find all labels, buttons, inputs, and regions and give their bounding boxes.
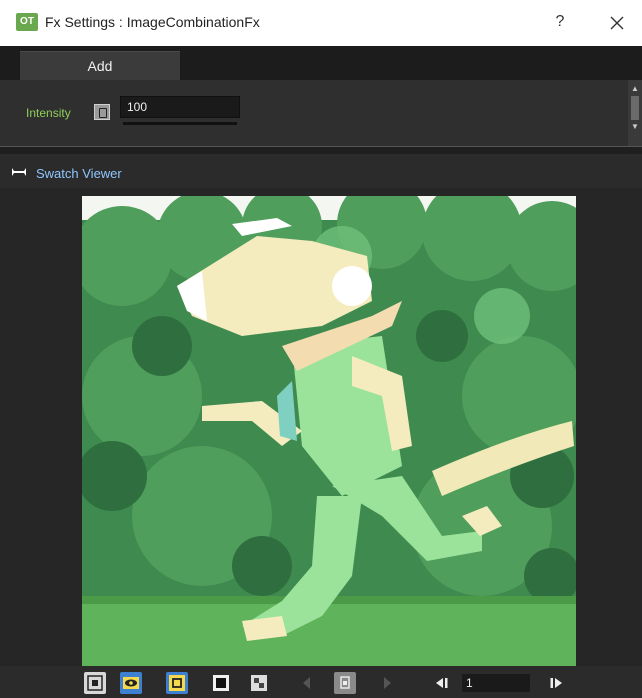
help-button[interactable]: ? xyxy=(548,10,572,34)
intensity-slider[interactable] xyxy=(123,122,237,125)
preview-toggle-icon[interactable] xyxy=(120,672,142,694)
intensity-label: Intensity xyxy=(26,106,71,120)
collapse-icon[interactable] xyxy=(12,168,26,176)
checkerboard-background-icon[interactable] xyxy=(248,672,270,694)
intensity-field[interactable]: 100 xyxy=(120,96,240,118)
scroll-down-icon[interactable]: ▼ xyxy=(631,122,639,131)
panel-divider[interactable] xyxy=(0,146,642,154)
previous-key-icon[interactable] xyxy=(296,672,318,694)
viewer-toolbar: 1 xyxy=(0,666,642,698)
params-scrollbar[interactable]: ▲ ▼ xyxy=(628,80,642,146)
swatch-viewer xyxy=(0,188,642,668)
image-preview xyxy=(82,196,576,668)
tab-bar: Add xyxy=(0,46,642,80)
params-panel: Intensity 100 ▲ ▼ xyxy=(0,80,642,146)
black-background-icon[interactable] xyxy=(210,672,232,694)
camera-stand-toggle-icon[interactable] xyxy=(84,672,106,694)
swatch-viewer-title: Swatch Viewer xyxy=(36,166,122,181)
close-button[interactable] xyxy=(604,10,630,36)
frame-field[interactable]: 1 xyxy=(462,674,530,692)
title-bar: OT Fx Settings : ImageCombinationFx ? xyxy=(0,0,642,46)
window-title: Fx Settings : ImageCombinationFx xyxy=(45,14,260,30)
tab-add[interactable]: Add xyxy=(20,51,180,80)
first-frame-icon[interactable] xyxy=(430,672,452,694)
sub-camera-preview-icon[interactable] xyxy=(166,672,188,694)
key-icon[interactable] xyxy=(94,104,110,120)
close-icon xyxy=(610,16,624,30)
scroll-up-icon[interactable]: ▲ xyxy=(631,84,639,93)
app-icon: OT xyxy=(16,13,38,31)
preview-illustration xyxy=(82,196,576,668)
next-key-icon[interactable] xyxy=(376,672,398,694)
scroll-thumb[interactable] xyxy=(631,96,639,120)
keyframe-icon[interactable] xyxy=(334,672,356,694)
last-frame-icon[interactable] xyxy=(546,672,568,694)
swatch-viewer-header[interactable]: Swatch Viewer xyxy=(0,154,642,188)
